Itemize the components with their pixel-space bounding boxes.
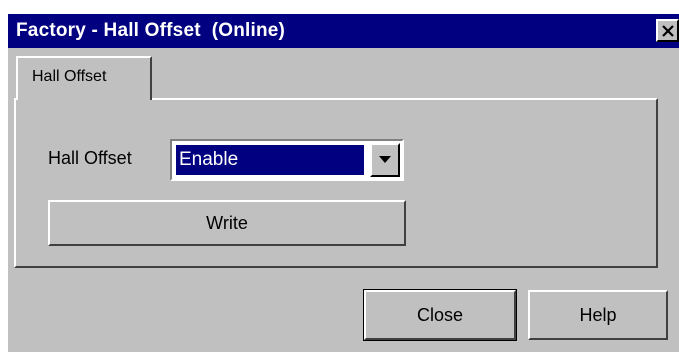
tab-hall-offset[interactable]: Hall Offset — [16, 56, 152, 100]
hall-offset-label: Hall Offset — [48, 148, 132, 168]
hall-offset-selected-value: Enable — [176, 145, 364, 175]
tab-label: Hall Offset — [32, 68, 107, 85]
close-window-button[interactable] — [656, 19, 679, 42]
write-button[interactable]: Write — [48, 200, 406, 246]
window-title: Factory - Hall Offset (Online) — [16, 20, 286, 41]
hall-offset-select[interactable]: Enable — [170, 139, 404, 181]
dropdown-arrow-button[interactable] — [370, 143, 400, 177]
close-button[interactable]: Close — [363, 289, 517, 341]
title-bar: Factory - Hall Offset (Online) — [8, 14, 679, 48]
chevron-down-icon — [379, 156, 391, 163]
close-x-icon — [662, 25, 674, 37]
help-button[interactable]: Help — [528, 290, 668, 340]
